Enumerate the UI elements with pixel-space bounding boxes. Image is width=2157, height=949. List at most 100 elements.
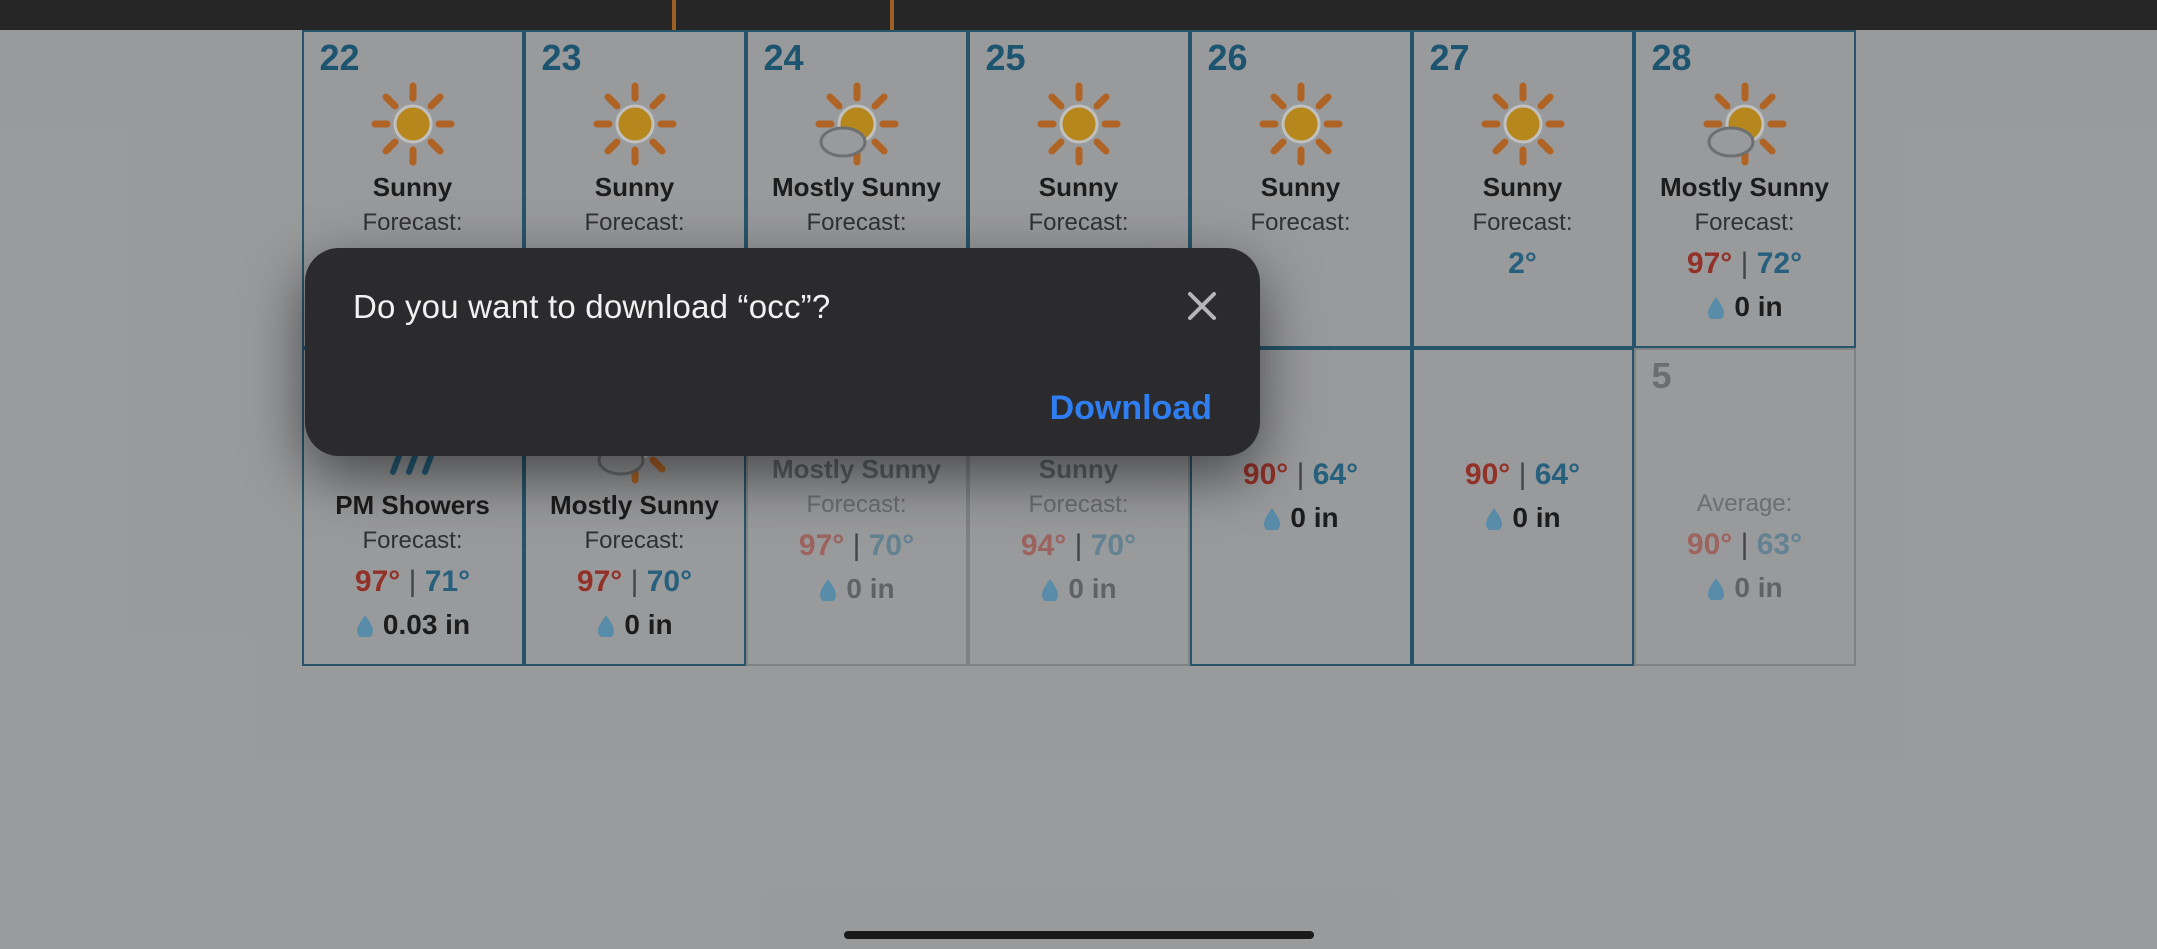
high-temp: 90° — [1687, 528, 1732, 561]
raindrop-icon — [1706, 576, 1726, 600]
forecast-label: Forecast: — [980, 209, 1178, 237]
raindrop-icon — [818, 577, 838, 601]
forecast-label: Forecast: — [536, 209, 734, 237]
home-indicator[interactable] — [844, 931, 1314, 939]
precipitation: 0.03 in — [355, 609, 470, 641]
forecast-label: Forecast: — [314, 209, 512, 237]
temperature-range: 97° | 72° — [1646, 247, 1844, 281]
precipitation: 0 in — [1484, 502, 1560, 534]
precipitation: 0 in — [596, 609, 672, 641]
forecast-label: Forecast: — [1424, 209, 1622, 237]
temp-separator: | — [1732, 528, 1756, 561]
condition-label: Sunny — [536, 172, 734, 203]
temperature-range: 90° | 64° — [1424, 458, 1622, 492]
high-temp: 90° — [1243, 458, 1288, 491]
download-modal: Do you want to download “occ”? Download — [305, 248, 1260, 456]
precipitation: 0 in — [1040, 573, 1116, 605]
forecast-label: Forecast: — [758, 209, 956, 237]
condition-label: PM Showers — [314, 490, 512, 521]
low-temp: 70° — [869, 529, 914, 562]
weather-icon — [536, 82, 734, 166]
weather-icon — [1424, 82, 1622, 166]
temp-separator: | — [400, 565, 424, 598]
condition-label: Sunny — [980, 454, 1178, 485]
precip-value: 0 in — [846, 573, 894, 605]
high-temp: 97° — [799, 529, 844, 562]
raindrop-icon — [1040, 577, 1060, 601]
condition-label: Mostly Sunny — [536, 490, 734, 521]
low-temp: 70° — [647, 565, 692, 598]
day-number: 22 — [314, 40, 512, 76]
precip-value: 0 in — [624, 609, 672, 641]
low-temp: 63° — [1757, 528, 1802, 561]
condition-label: Mostly Sunny — [758, 454, 956, 485]
day-number: 26 — [1202, 40, 1400, 76]
temp-separator: | — [1510, 458, 1534, 491]
temp-separator: | — [1288, 458, 1312, 491]
temperature-range: 97° | 70° — [536, 565, 734, 599]
temperature-range: 97° | 70° — [758, 529, 956, 563]
modal-close-button[interactable] — [1184, 288, 1220, 324]
condition-label: Sunny — [980, 172, 1178, 203]
condition-label: Mostly Sunny — [1646, 172, 1844, 203]
temp-separator: | — [844, 529, 868, 562]
condition-label: Sunny — [314, 172, 512, 203]
high-temp: 97° — [355, 565, 400, 598]
raindrop-icon — [1706, 295, 1726, 319]
temperature-range: 2° — [1424, 247, 1622, 281]
low-temp: 71° — [425, 565, 470, 598]
close-icon — [1184, 288, 1220, 324]
selected-day-indicator — [672, 0, 894, 34]
forecast-label: Average: — [1646, 490, 1844, 518]
day-number: 28 — [1646, 40, 1844, 76]
temperature-range: 97° | 71° — [314, 565, 512, 599]
forecast-label: Forecast: — [1646, 209, 1844, 237]
temp-separator: | — [1066, 529, 1090, 562]
forecast-label: Forecast: — [314, 527, 512, 555]
download-button[interactable]: Download — [1050, 389, 1212, 428]
calendar-cell[interactable]: 90° | 64° 0 in — [1412, 348, 1634, 666]
weather-icon — [314, 82, 512, 166]
day-number: 24 — [758, 40, 956, 76]
modal-title: Do you want to download “occ”? — [353, 288, 1212, 326]
raindrop-icon — [355, 613, 375, 637]
low-temp: 64° — [1535, 458, 1580, 491]
low-temp: 2° — [1508, 247, 1537, 280]
precip-value: 0 in — [1734, 291, 1782, 323]
precip-value: 0 in — [1512, 502, 1560, 534]
low-temp: 64° — [1313, 458, 1358, 491]
raindrop-icon — [596, 613, 616, 637]
weather-icon — [1424, 364, 1622, 448]
temp-separator: | — [622, 565, 646, 598]
temperature-range: 90° | 63° — [1646, 528, 1844, 562]
weather-icon — [1646, 82, 1844, 166]
condition-label: Mostly Sunny — [758, 172, 956, 203]
low-temp: 72° — [1757, 247, 1802, 280]
forecast-label: Forecast: — [758, 491, 956, 519]
precip-value: 0 in — [1734, 572, 1782, 604]
precipitation: 0 in — [1262, 502, 1338, 534]
forecast-label: Forecast: — [980, 491, 1178, 519]
day-number: 25 — [980, 40, 1178, 76]
top-bar — [0, 0, 2157, 30]
precip-value: 0.03 in — [383, 609, 470, 641]
temperature-range: 90° | 64° — [1202, 458, 1400, 492]
day-number: 5 — [1646, 358, 1844, 394]
precipitation: 0 in — [818, 573, 894, 605]
temp-separator: | — [1732, 247, 1756, 280]
precipitation: 0 in — [1706, 291, 1782, 323]
forecast-label: Forecast: — [536, 527, 734, 555]
weather-icon — [980, 82, 1178, 166]
low-temp: 70° — [1091, 529, 1136, 562]
weather-icon — [758, 82, 956, 166]
raindrop-icon — [1484, 506, 1504, 530]
weather-icon — [1646, 400, 1844, 484]
precip-value: 0 in — [1290, 502, 1338, 534]
calendar-cell[interactable]: 5 Average: 90° | 63° 0 in — [1634, 348, 1856, 666]
calendar-cell[interactable]: 27SunnyForecast:2° — [1412, 30, 1634, 348]
precipitation: 0 in — [1706, 572, 1782, 604]
calendar-cell[interactable]: 28 Mostly Sunny Forecast: 97° | 72° 0 in — [1634, 30, 1856, 348]
high-temp: 97° — [1687, 247, 1732, 280]
condition-label: Sunny — [1202, 172, 1400, 203]
day-number: 23 — [536, 40, 734, 76]
